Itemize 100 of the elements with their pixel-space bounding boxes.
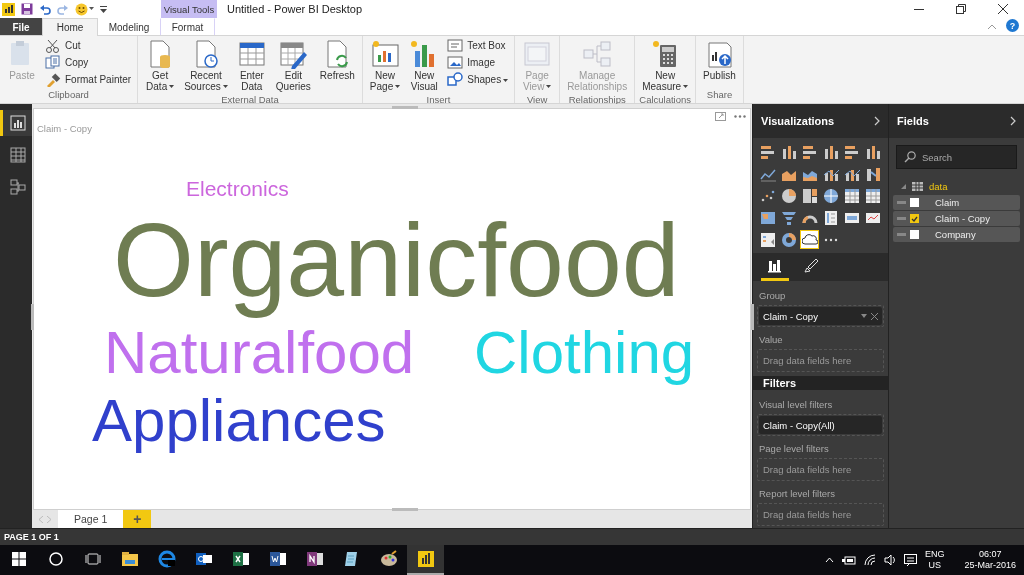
ribbon-button[interactable]: Recent Sources: [181, 37, 231, 94]
taskbar-app[interactable]: [407, 545, 444, 575]
funnel-icon: [780, 209, 797, 226]
more-icon: [823, 237, 838, 242]
visual-type-button[interactable]: [758, 230, 777, 249]
previous-icon: [39, 515, 43, 523]
resize-handle[interactable]: [392, 508, 418, 511]
ribbon-button[interactable]: Enter Data: [233, 37, 270, 94]
ribbon-tab[interactable]: File: [0, 18, 42, 35]
drag-handle-icon: [897, 201, 906, 204]
table-name: data: [929, 181, 948, 192]
fields-icon: [767, 257, 783, 274]
clock[interactable]: 06:07 25-Mar-2016: [964, 548, 1016, 572]
remove-icon: [871, 312, 878, 320]
caret-icon: [222, 85, 228, 89]
add-page-button[interactable]: +: [123, 510, 152, 528]
visual-type-button[interactable]: [800, 230, 819, 249]
circle-icon: [48, 552, 63, 566]
visual-type-button[interactable]: [821, 186, 840, 205]
ribbon-button[interactable]: New Page: [366, 37, 404, 94]
checkbox[interactable]: [910, 230, 919, 239]
mail-icon: [194, 550, 213, 568]
ribbon-button[interactable]: Text Box: [445, 37, 511, 54]
checkbox[interactable]: [910, 214, 919, 223]
group-label: View: [525, 94, 549, 105]
resize-handle[interactable]: [751, 304, 754, 330]
word-cloud-word: Naturalfood: [104, 319, 415, 387]
ribbon-button[interactable]: Format Painter: [43, 71, 134, 88]
help-button[interactable]: ?: [1006, 19, 1019, 32]
table-icon: [236, 39, 267, 69]
table-node[interactable]: data: [889, 179, 1024, 194]
resize-handle[interactable]: [31, 304, 34, 330]
visual-type-button[interactable]: [779, 230, 798, 249]
caret-icon: [683, 85, 689, 89]
ribbon-chart-icon: [864, 165, 881, 182]
ribbon-button[interactable]: Refresh: [316, 37, 358, 84]
visual-type-button[interactable]: [842, 186, 861, 205]
text-box-icon: [447, 38, 464, 53]
undo-icon: [39, 3, 51, 15]
view-button[interactable]: [0, 110, 32, 136]
word-cloud-word: Clothing: [474, 319, 695, 387]
window-title: Untitled - Power BI Desktop: [227, 3, 364, 15]
ribbon-button[interactable]: New Visual: [406, 37, 443, 94]
battery-icon: [841, 555, 856, 565]
checkbox[interactable]: [910, 198, 919, 207]
spreadsheet-icon: [231, 550, 250, 568]
resize-handle[interactable]: [392, 106, 418, 109]
group-label: Share: [705, 89, 734, 102]
drop-zone[interactable]: Drag data fields here: [759, 351, 882, 370]
data-grid-icon: [9, 147, 26, 163]
ribbon-button[interactable]: Edit Queries: [272, 37, 314, 94]
group-label: External Data: [220, 94, 280, 105]
relationships-icon: [9, 179, 26, 195]
drop-zone[interactable]: Drag data fields here: [759, 460, 882, 479]
paintbrush-icon: [45, 72, 61, 87]
field-well-item[interactable]: Claim - Copy: [759, 307, 882, 325]
column-chart-icon: [864, 143, 881, 160]
ribbon-button[interactable]: Publish: [700, 37, 739, 84]
treemap-icon: [801, 187, 818, 204]
ribbon-tab[interactable]: Format: [160, 18, 215, 35]
collapse-ribbon-icon: [988, 24, 996, 29]
ribbon-tab[interactable]: Home: [42, 18, 98, 36]
window-icon: [522, 39, 553, 69]
ribbon-button[interactable]: New Measure: [639, 37, 692, 94]
ribbon-button[interactable]: Copy: [43, 54, 134, 71]
relationship-diagram-icon: [582, 39, 613, 69]
bar-chart-icon: [843, 143, 860, 160]
field-item[interactable]: Company: [893, 227, 1020, 242]
scissors-icon: [45, 38, 61, 53]
matrix-icon: [864, 187, 881, 204]
ribbon-button[interactable]: Image: [445, 54, 511, 71]
caret-icon: [169, 85, 175, 89]
visual-type-button[interactable]: [800, 186, 819, 205]
drop-zone[interactable]: Drag data fields here: [759, 505, 882, 524]
section-label: Visual level filters: [758, 398, 834, 412]
field-well-item[interactable]: Claim - Copy(All): [759, 416, 882, 434]
search-field[interactable]: Search: [896, 145, 1017, 169]
field-item[interactable]: Claim - Copy: [893, 211, 1020, 226]
visual-type-button[interactable]: [779, 186, 798, 205]
more-options-icon: [734, 115, 746, 118]
ribbon-button[interactable]: Shapes: [445, 71, 511, 88]
page-count: PAGE 1 OF 1: [4, 532, 59, 542]
region-indicator[interactable]: US: [928, 560, 941, 572]
section-header: Filters: [753, 376, 888, 390]
ribbon-button[interactable]: Cut: [43, 37, 134, 54]
language-indicator[interactable]: ENG: [924, 548, 945, 560]
page-tab[interactable]: Page 1: [58, 510, 124, 528]
next-icon: [47, 515, 51, 523]
smiley-icon: [75, 2, 88, 16]
restore-icon: [956, 4, 966, 14]
search-icon: [904, 151, 916, 163]
windows-icon: [11, 552, 26, 566]
table-icon: [912, 182, 923, 191]
stacked-bar-chart-icon: [759, 143, 776, 160]
visual-type-button[interactable]: [863, 186, 882, 205]
section-label: Value: [758, 333, 784, 347]
field-item[interactable]: Claim: [893, 195, 1020, 210]
redo-icon: [57, 3, 69, 15]
notebook-icon: [305, 550, 324, 568]
ribbon-button[interactable]: Get Data: [142, 37, 179, 94]
